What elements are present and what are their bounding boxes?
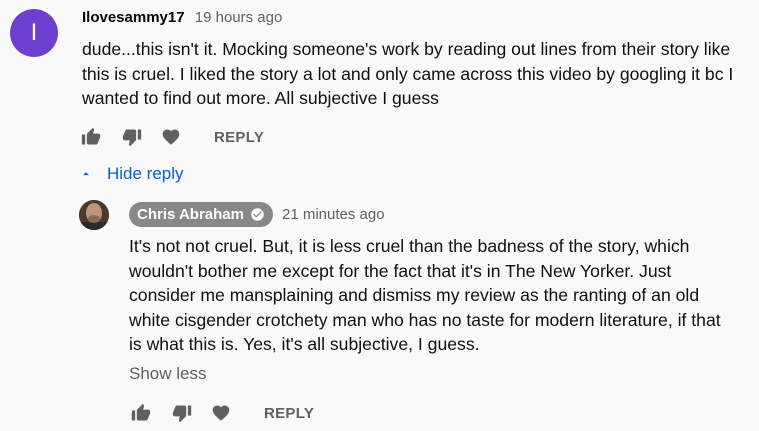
reply-dislike-button[interactable] <box>170 401 194 425</box>
dislike-icon <box>172 405 192 423</box>
comment-text: dude...this isn't it. Mocking someone's … <box>82 39 734 108</box>
reply-heart-button[interactable] <box>209 401 233 425</box>
heart-icon <box>212 405 230 421</box>
hide-reply-label: Hide reply <box>107 164 184 183</box>
heart-button[interactable] <box>159 125 183 149</box>
comment-header: Ilovesammy17 19 hours ago <box>82 9 282 26</box>
reply-author-chip[interactable]: Chris Abraham <box>129 202 273 227</box>
reply-timestamp[interactable]: 21 minutes ago <box>282 206 385 223</box>
hide-reply-button[interactable]: Hide reply <box>79 164 184 184</box>
reply-reply-button[interactable]: REPLY <box>264 405 314 422</box>
reply-actions: REPLY <box>129 401 314 425</box>
avatar[interactable]: I <box>10 9 58 57</box>
comment-timestamp[interactable]: 19 hours ago <box>195 9 283 26</box>
comment-author[interactable]: Ilovesammy17 <box>82 9 185 26</box>
like-icon <box>131 403 151 421</box>
verified-check-icon <box>251 208 264 221</box>
dislike-icon <box>122 129 142 147</box>
reply-like-button[interactable] <box>129 401 153 425</box>
like-button[interactable] <box>79 125 103 149</box>
comment-actions: REPLY <box>79 125 264 149</box>
reply-avatar[interactable] <box>79 200 109 230</box>
reply-text: It's not not cruel. But, it is less crue… <box>129 236 721 354</box>
reply-button[interactable]: REPLY <box>214 129 264 146</box>
show-less-button[interactable]: Show less <box>129 364 206 384</box>
reply-author: Chris Abraham <box>137 206 244 223</box>
chevron-up-icon <box>83 172 89 176</box>
heart-icon <box>162 129 180 145</box>
like-icon <box>81 127 101 145</box>
avatar-photo-icon <box>79 200 109 230</box>
reply-header: 21 minutes ago <box>276 206 385 223</box>
dislike-button[interactable] <box>120 125 144 149</box>
